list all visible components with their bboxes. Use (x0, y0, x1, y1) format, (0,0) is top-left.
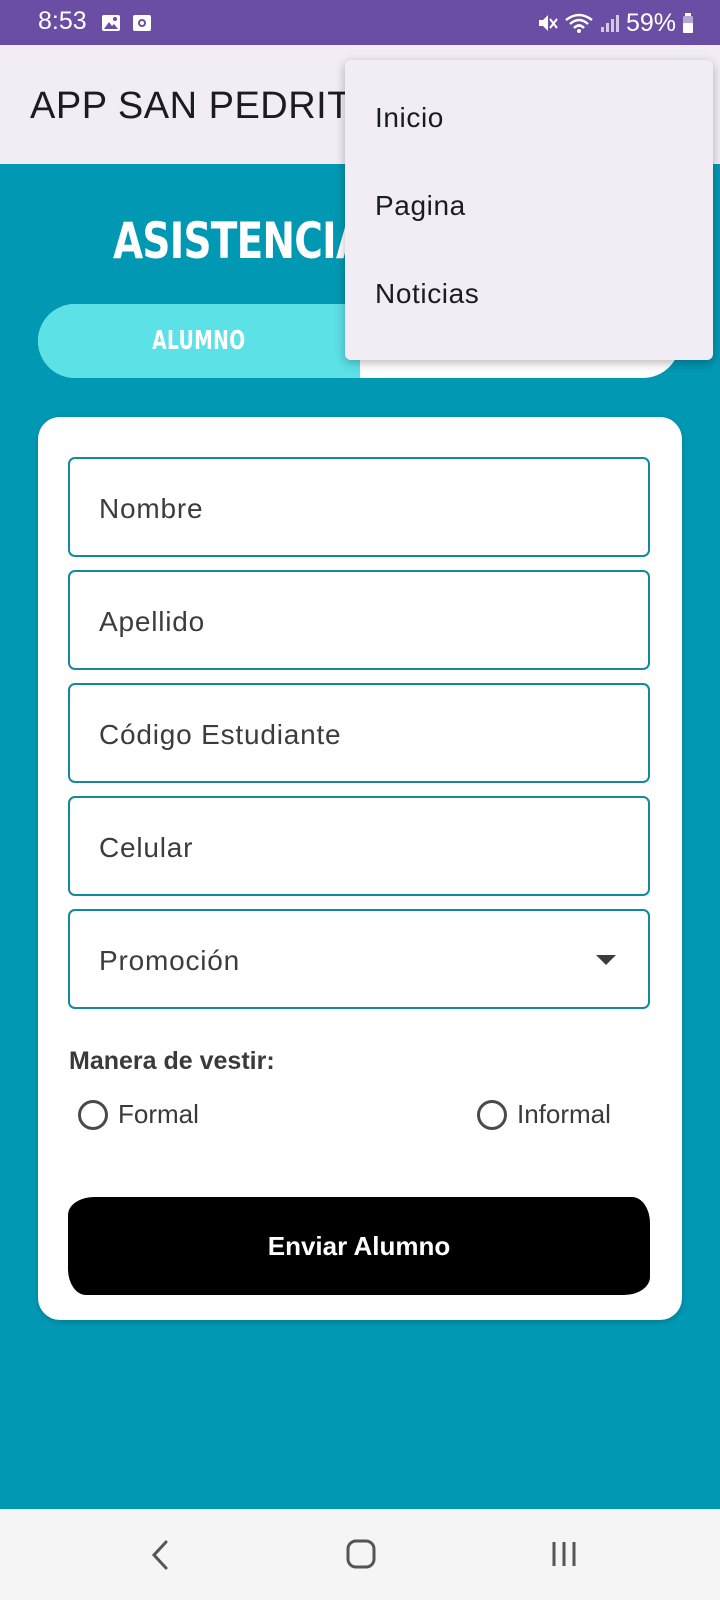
menu-item-pagina[interactable]: Pagina (375, 190, 466, 222)
nombre-label: Nombre (99, 493, 204, 524)
battery-percent: 59% (625, 8, 676, 37)
apellido-label: Apellido (99, 606, 206, 637)
radio-informal-circle[interactable] (477, 1099, 507, 1130)
status-time: 8:53 (38, 7, 87, 35)
navigation-bar (0, 1509, 720, 1600)
radio-formal[interactable]: Formal (78, 1099, 199, 1130)
enviar-alumno-button[interactable]: Enviar Alumno (68, 1197, 650, 1295)
page-heading: ASISTENCIA (113, 212, 366, 270)
promocion-label: Promoción (99, 945, 241, 976)
codigo-estudiante-field[interactable]: Código Estudiante (68, 683, 650, 783)
battery-icon (683, 13, 693, 33)
segment-alumno-label: ALUMNO (152, 326, 246, 356)
main-content: ASISTENCIA ALUMNO Nombre Apellido Código… (0, 164, 720, 1509)
celular-field[interactable]: Celular (68, 796, 650, 896)
back-icon[interactable] (148, 1539, 172, 1571)
app-title: APP SAN PEDRIT (30, 85, 351, 127)
menu-item-noticias[interactable]: Noticias (375, 278, 479, 310)
signal-icon (600, 15, 619, 32)
home-icon[interactable] (345, 1538, 377, 1570)
menu-item-inicio[interactable]: Inicio (375, 102, 444, 134)
status-bar: 8:53 59% (0, 0, 720, 45)
wifi-icon (565, 13, 593, 33)
radio-formal-label: Formal (118, 1099, 199, 1129)
recorder-icon (133, 15, 151, 31)
radio-informal-label: Informal (517, 1099, 611, 1129)
form-card: Nombre Apellido Código Estudiante Celula… (38, 417, 682, 1320)
mute-icon (538, 15, 558, 31)
segment-alumno[interactable]: ALUMNO (38, 304, 360, 378)
apellido-field[interactable]: Apellido (68, 570, 650, 670)
radio-informal[interactable]: Informal (477, 1099, 611, 1130)
radio-formal-circle[interactable] (78, 1099, 108, 1130)
recents-icon[interactable] (549, 1539, 579, 1569)
promocion-dropdown[interactable]: Promoción (68, 909, 650, 1009)
codigo-estudiante-label: Código Estudiante (99, 719, 342, 750)
nombre-field[interactable]: Nombre (68, 457, 650, 557)
image-icon (102, 15, 120, 31)
overflow-menu: Inicio Pagina Noticias (345, 60, 713, 360)
celular-label: Celular (99, 832, 194, 863)
radio-group-label: Manera de vestir: (69, 1047, 275, 1075)
dropdown-arrow-icon (596, 955, 616, 965)
